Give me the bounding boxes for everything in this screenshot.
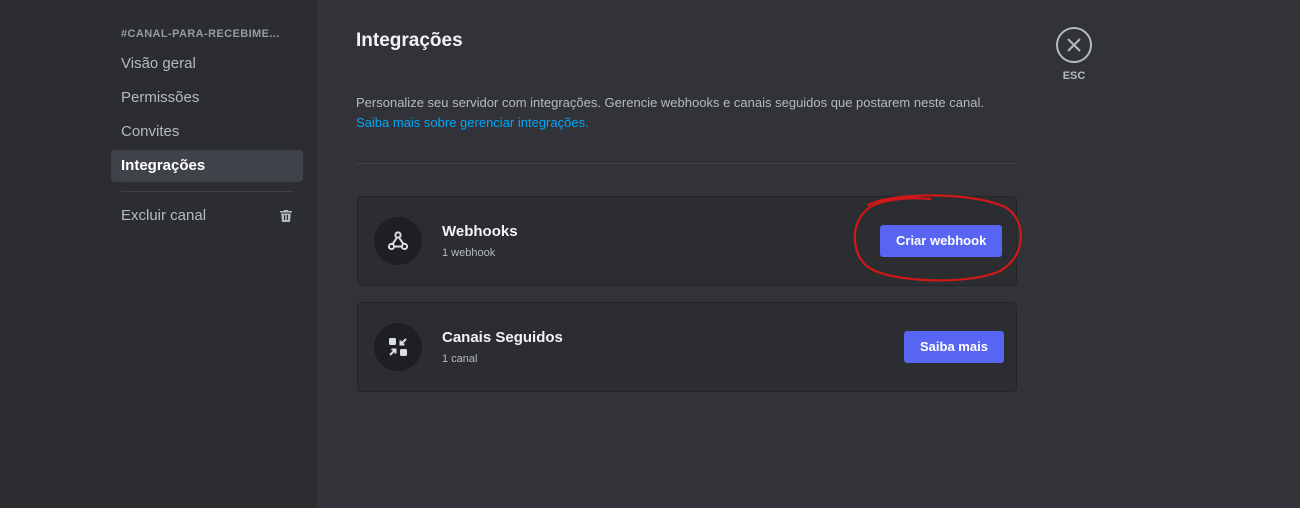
create-webhook-button[interactable]: Criar webhook: [880, 225, 1003, 257]
learn-more-button[interactable]: Saiba mais: [904, 331, 1004, 363]
page-description: Personalize seu servidor com integrações…: [356, 93, 1017, 133]
settings-sidebar: #CANAL-PARA-RECEBIME... Visão geral Perm…: [0, 0, 317, 508]
delete-channel-label: Excluir canal: [121, 207, 207, 224]
sidebar-divider: [121, 191, 293, 192]
webhook-icon: [374, 217, 422, 265]
sidebar-item-overview[interactable]: Visão geral: [111, 48, 303, 80]
channel-name-header: #CANAL-PARA-RECEBIME...: [121, 28, 280, 40]
close-settings[interactable]: ESC: [1056, 27, 1092, 82]
page-title: Integrações: [356, 30, 463, 51]
followed-channels-count: 1 canal: [442, 353, 478, 365]
close-button[interactable]: [1056, 27, 1092, 63]
followed-channels-icon: [374, 323, 422, 371]
webhooks-card[interactable]: Webhooks 1 webhook Criar webhook: [357, 196, 1017, 286]
description-text: Personalize seu servidor com integrações…: [356, 95, 984, 110]
trash-icon: [280, 210, 292, 222]
followed-channels-card[interactable]: Canais Seguidos 1 canal Saiba mais: [357, 302, 1017, 392]
webhooks-count: 1 webhook: [442, 247, 496, 259]
content-divider: [356, 163, 1016, 164]
learn-more-link[interactable]: Saiba mais sobre gerenciar integrações.: [356, 113, 1017, 133]
sidebar-item-permissions[interactable]: Permissões: [111, 82, 303, 114]
sidebar-item-invites[interactable]: Convites: [111, 116, 303, 148]
esc-label: ESC: [1062, 70, 1086, 82]
sidebar-nav: #CANAL-PARA-RECEBIME... Visão geral Perm…: [111, 28, 303, 232]
close-icon: [1067, 38, 1081, 52]
sidebar-item-integrations[interactable]: Integrações: [111, 150, 303, 182]
followed-channels-title: Canais Seguidos: [442, 329, 563, 346]
delete-channel-button[interactable]: Excluir canal: [111, 200, 303, 232]
webhooks-title: Webhooks: [442, 223, 518, 240]
